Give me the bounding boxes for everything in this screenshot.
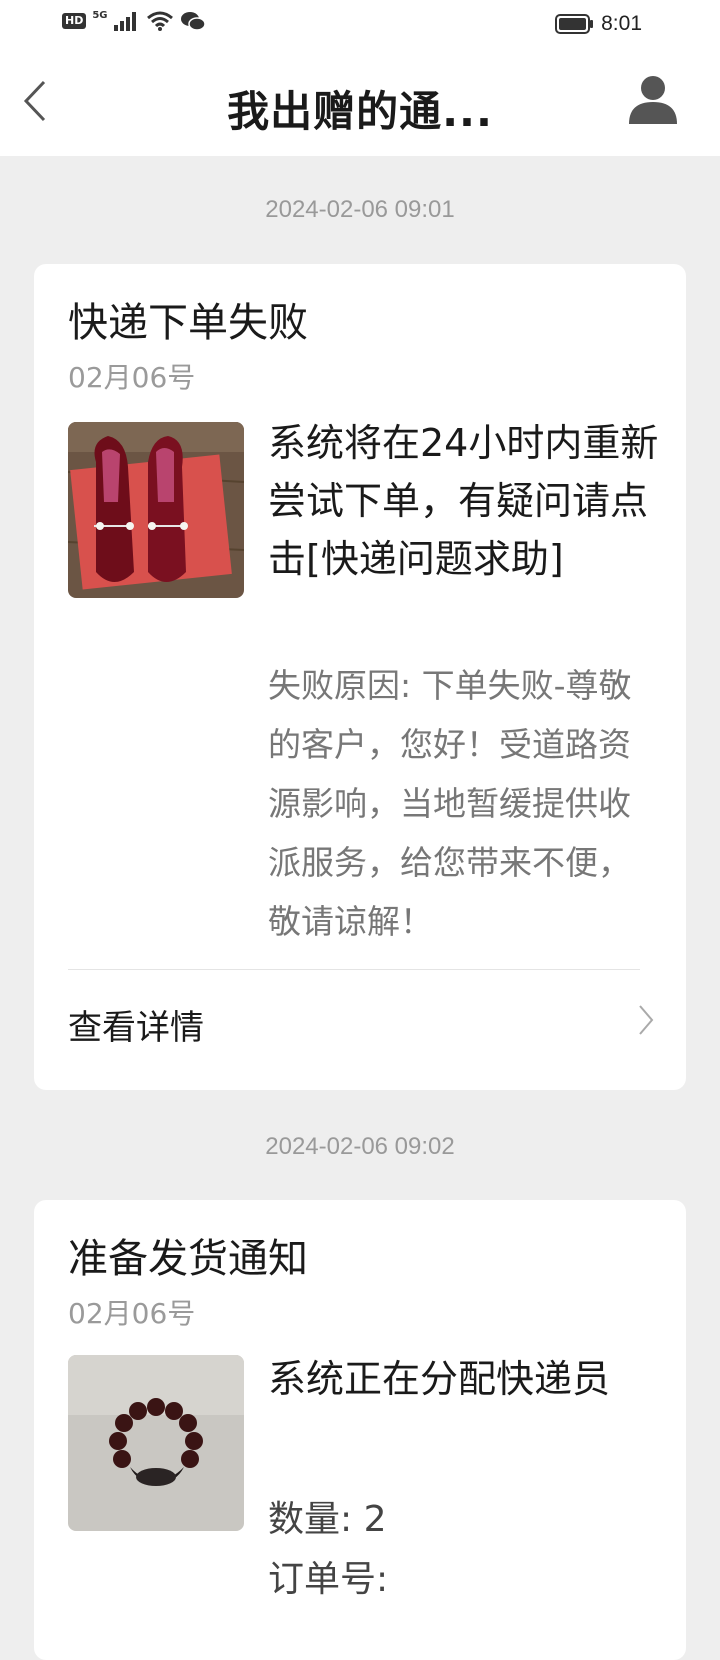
message-card-ship-notice: 准备发货通知 02月06号 系统正在分配快递员 数量: 2 订单号: — [34, 1200, 686, 1660]
card-main-text[interactable]: 系统将在24小时内重新尝试下单，有疑问请点击[快递问题求助] — [268, 414, 660, 588]
message-timestamp: 2024-02-06 09:02 — [265, 1133, 455, 1160]
view-details-label: 查看详情 — [68, 1008, 204, 1048]
view-details-row[interactable]: 查看详情 — [34, 972, 686, 1068]
card-title: 快递下单失败 — [68, 300, 308, 346]
quantity-text: 数量: 2 — [268, 1499, 387, 1540]
message-timestamp: 2024-02-06 09:01 — [265, 196, 455, 223]
card-date: 02月06号 — [68, 1297, 196, 1330]
bead-bracelet-photo — [68, 1355, 244, 1531]
card-date: 02月06号 — [68, 361, 196, 394]
status-left: HD 5G — [62, 10, 206, 32]
clock: 8:01 — [601, 12, 642, 35]
status-bar: HD 5G 8:01 — [0, 0, 720, 48]
hd-badge: HD — [62, 13, 87, 29]
battery-icon — [555, 14, 594, 34]
network-type: 5G — [92, 9, 108, 21]
product-thumbnail[interactable] — [68, 1355, 244, 1531]
card-failure-reason: 失败原因: 下单失败-尊敬的客户，您好！受道路资源影响，当地暂缓提供收派服务，给… — [268, 666, 632, 941]
nav-bar: 我出赠的通... — [0, 48, 720, 156]
card-divider — [68, 969, 640, 970]
page-title: 我出赠的通... — [227, 87, 493, 136]
signal-icon — [113, 12, 136, 31]
profile-icon[interactable] — [626, 72, 680, 126]
card-title: 准备发货通知 — [68, 1236, 308, 1282]
wechat-icon — [180, 12, 206, 31]
product-thumbnail[interactable] — [68, 422, 244, 598]
status-right: 8:01 — [555, 12, 642, 36]
red-loafer-shoes-photo — [68, 422, 244, 598]
card-main-text: 系统正在分配快递员 — [268, 1357, 611, 1401]
order-number-text: 订单号: — [268, 1559, 389, 1600]
wifi-icon — [146, 11, 173, 31]
chevron-right-icon — [639, 1005, 654, 1035]
message-card-express-failed: 快递下单失败 02月06号 系统将在24小时内重新尝试下单，有疑问请点击[快递问… — [34, 264, 686, 1090]
